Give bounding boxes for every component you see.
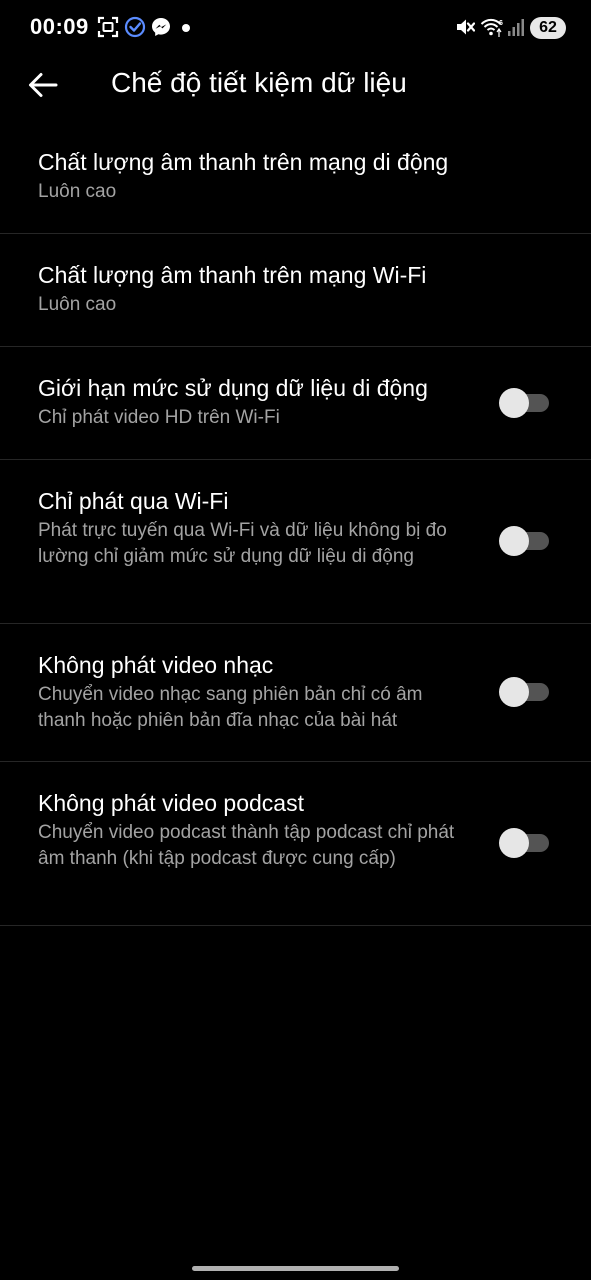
status-bar: 00:09 6 62 (0, 0, 591, 56)
setting-title: Chỉ phát qua Wi-Fi (38, 488, 229, 514)
setting-subtitle: Luôn cao (38, 181, 117, 202)
setting-title: Không phát video nhạc (38, 652, 274, 678)
toggle-knob (499, 828, 529, 858)
status-time: 00:09 (30, 14, 89, 39)
notification-dot-icon (182, 24, 190, 32)
setting-subtitle: Luôn cao (38, 294, 117, 315)
no-music-video-toggle[interactable] (499, 677, 549, 707)
setting-title: Chất lượng âm thanh trên mạng Wi-Fi (38, 262, 427, 288)
setting-no-podcast-video[interactable]: Không phát video podcast Chuyển video po… (0, 762, 591, 926)
setting-limit-mobile-data[interactable]: Giới hạn mức sử dụng dữ liệu di động Chỉ… (0, 347, 591, 460)
home-indicator[interactable] (192, 1266, 399, 1271)
setting-wifi-audio-quality[interactable]: Chất lượng âm thanh trên mạng Wi-Fi Luôn… (0, 234, 591, 347)
mute-icon (455, 16, 476, 43)
setting-subtitle: Chuyển video podcast thành tập podcast c… (38, 822, 455, 869)
setting-no-music-video[interactable]: Không phát video nhạc Chuyển video nhạc … (0, 624, 591, 762)
app-header: Chế độ tiết kiệm dữ liệu (0, 56, 591, 118)
arrow-left-icon (29, 73, 58, 97)
setting-wifi-only[interactable]: Chỉ phát qua Wi-Fi Phát trực tuyến qua W… (0, 460, 591, 624)
no-podcast-video-toggle[interactable] (499, 828, 549, 858)
setting-subtitle: Phát trực tuyến qua Wi-Fi và dữ liệu khô… (38, 520, 447, 567)
page-title: Chế độ tiết kiệm dữ liệu (111, 67, 407, 98)
setting-cellular-audio-quality[interactable]: Chất lượng âm thanh trên mạng di động Lu… (0, 121, 591, 234)
setting-title: Không phát video podcast (38, 790, 304, 816)
messenger-icon (150, 16, 172, 43)
signal-icon (507, 16, 525, 43)
wifi-only-toggle[interactable] (499, 526, 549, 556)
screenshot-icon (97, 16, 119, 43)
toggle-knob (499, 526, 529, 556)
limit-mobile-data-toggle[interactable] (499, 388, 549, 418)
toggle-knob (499, 388, 529, 418)
check-badge-icon (124, 16, 146, 43)
setting-subtitle: Chỉ phát video HD trên Wi-Fi (38, 407, 280, 428)
wifi-icon: 6 (480, 16, 504, 43)
toggle-knob (499, 677, 529, 707)
battery-icon: 62 (530, 17, 566, 39)
setting-subtitle: Chuyển video nhạc sang phiên bản chỉ có … (38, 684, 423, 731)
back-button[interactable] (20, 62, 66, 108)
settings-list: Chất lượng âm thanh trên mạng di động Lu… (0, 121, 591, 926)
setting-title: Chất lượng âm thanh trên mạng di động (38, 149, 449, 175)
svg-text:6: 6 (499, 20, 503, 27)
setting-title: Giới hạn mức sử dụng dữ liệu di động (38, 375, 428, 401)
